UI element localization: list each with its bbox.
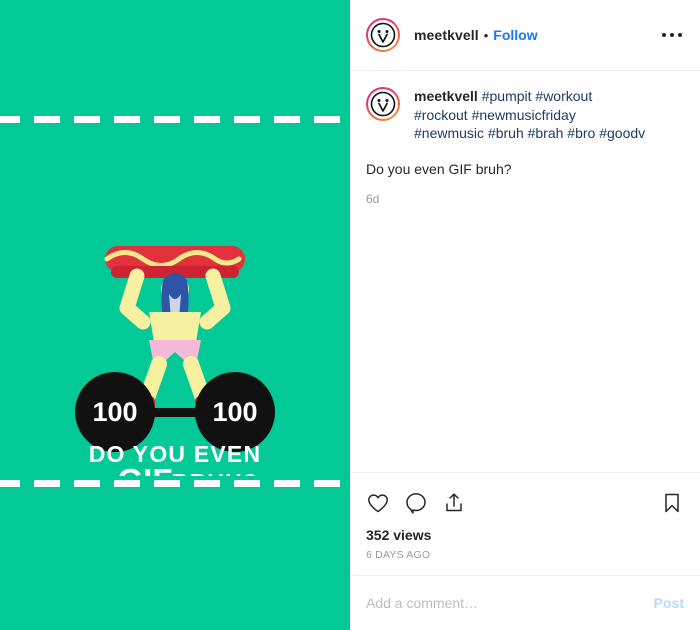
post-header: meetkvell • Follow — [350, 0, 700, 71]
smiley-v-logo-icon — [370, 91, 396, 117]
instagram-post: 100 100 DO YOU EVEN GIF BRUH? — [0, 0, 700, 630]
save-button[interactable] — [660, 491, 684, 515]
barbell: 100 100 — [75, 372, 275, 452]
caption-avatar[interactable] — [366, 87, 400, 121]
weight-left-label: 100 — [92, 397, 137, 427]
view-count: 352 views — [366, 527, 432, 543]
avatar[interactable] — [366, 18, 400, 52]
dot-2 — [670, 33, 674, 37]
caption-timestamp: 6d — [366, 191, 380, 206]
gif-caption-gif: GIF — [118, 462, 173, 476]
post-comment-button[interactable]: Post — [654, 595, 684, 611]
action-icon-row — [366, 483, 684, 523]
follow-button[interactable]: Follow — [493, 27, 537, 43]
post-media[interactable]: 100 100 DO YOU EVEN GIF BRUH? — [0, 0, 350, 630]
post-age: 6 DAYS AGO — [366, 549, 431, 561]
dashed-line-top — [0, 116, 350, 123]
comment-input[interactable] — [366, 595, 644, 611]
gif-artwork: 100 100 DO YOU EVEN GIF BRUH? — [0, 236, 350, 476]
caption-body-text: Do you even GIF bruh? — [366, 160, 512, 177]
avatar-inner — [368, 20, 398, 50]
share-button[interactable] — [442, 491, 466, 515]
gif-caption-line1: DO YOU EVEN — [89, 441, 262, 467]
arm-right — [199, 268, 231, 330]
dot-3 — [678, 33, 682, 37]
caption-row: meetkvell #pumpit #workout #rockout #new… — [366, 87, 684, 143]
share-icon — [446, 493, 462, 512]
heart-icon — [368, 494, 388, 513]
smiley-v-logo-icon — [370, 22, 396, 48]
weight-right-label: 100 — [212, 397, 257, 427]
caption-username[interactable]: meetkvell — [414, 88, 478, 104]
header-separator: • — [483, 27, 489, 43]
caption-text-block: meetkvell #pumpit #workout #rockout #new… — [414, 87, 646, 143]
post-actions: 352 views 6 DAYS AGO — [350, 472, 700, 575]
dot-1 — [662, 33, 666, 37]
caption-avatar-inner — [368, 89, 398, 119]
like-button[interactable] — [366, 491, 390, 515]
weightlifter-illustration: 100 100 DO YOU EVEN GIF BRUH? — [75, 246, 275, 476]
arm-left — [119, 268, 151, 330]
header-username[interactable]: meetkvell — [414, 27, 479, 43]
more-options-icon[interactable] — [658, 25, 686, 45]
comment-button[interactable] — [404, 491, 428, 515]
comment-bar: Post — [350, 575, 700, 630]
gif-caption-bruh: BRUH? — [172, 469, 259, 476]
dashed-line-bottom — [0, 480, 350, 487]
post-info-panel: meetkvell • Follow meetkvell #pumpit #wo… — [350, 0, 700, 630]
bookmark-icon — [665, 493, 679, 513]
comment-icon — [406, 493, 426, 514]
post-body: meetkvell #pumpit #workout #rockout #new… — [350, 71, 700, 472]
